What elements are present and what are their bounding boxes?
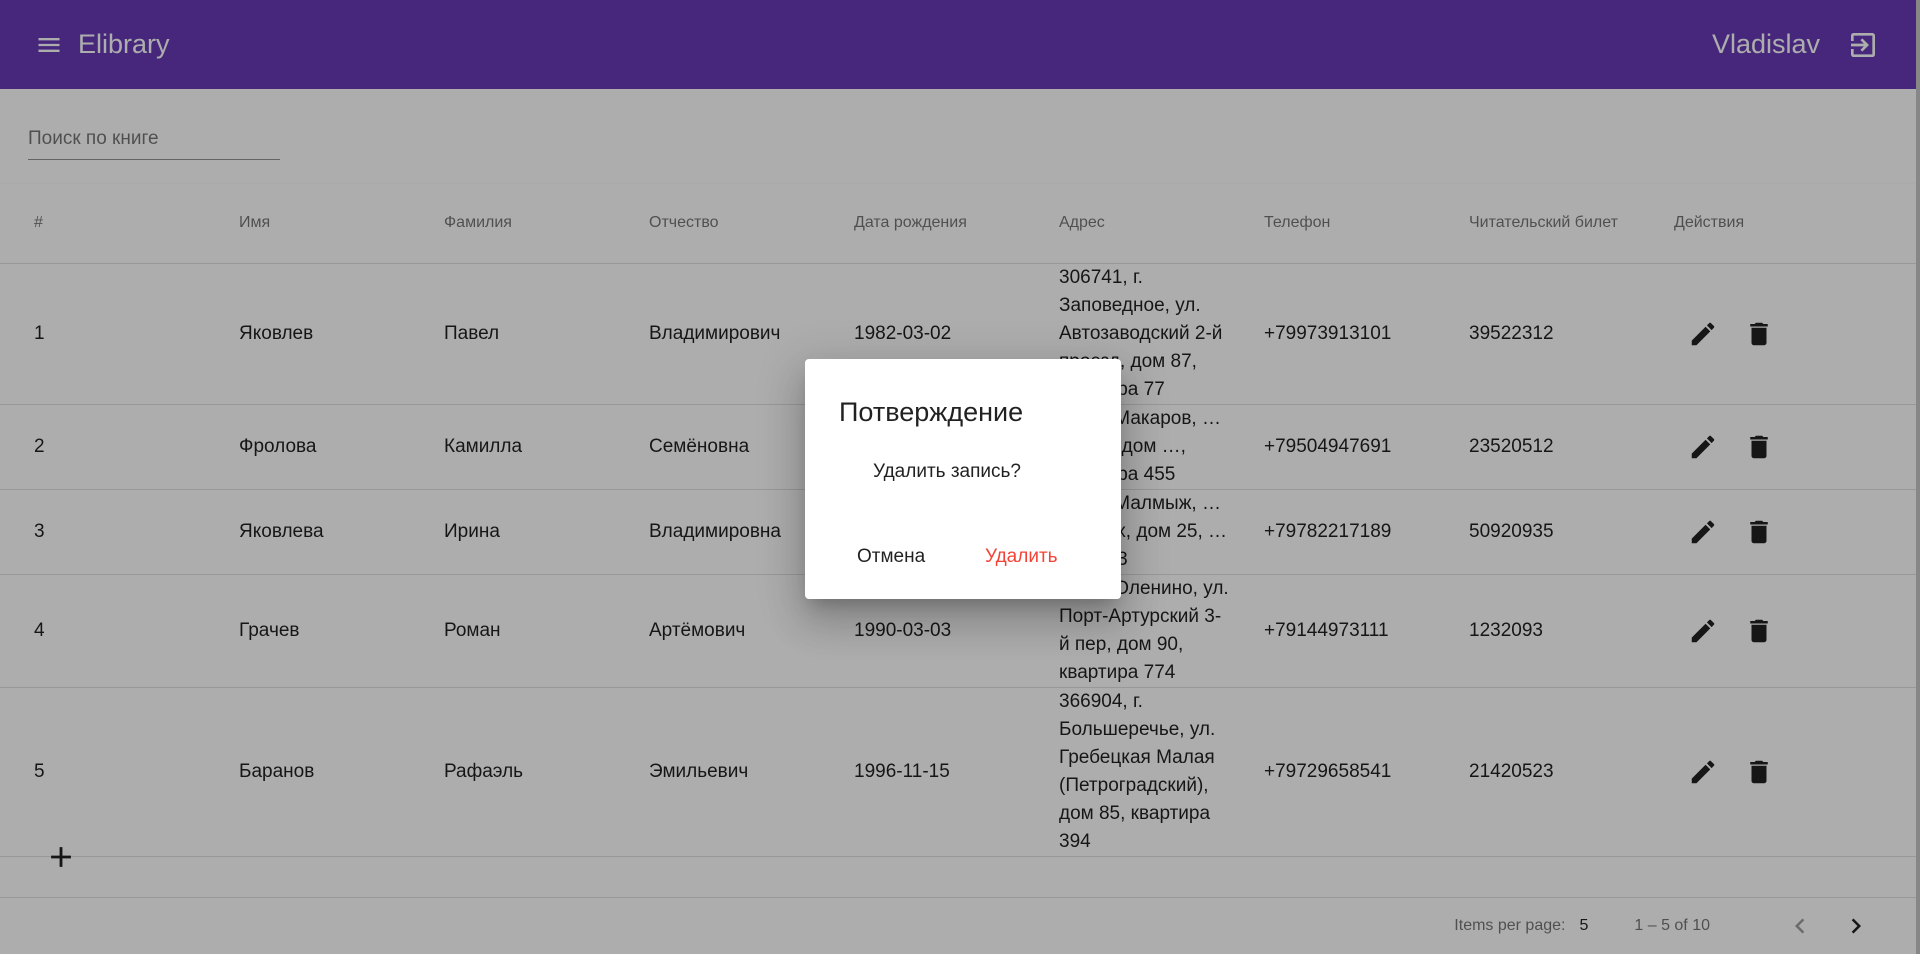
- confirm-delete-dialog: Потверждение Удалить запись? Отмена Удал…: [805, 359, 1121, 599]
- dialog-title: Потверждение: [839, 397, 1024, 427]
- page: Elibrary Vladislav # Имя Фамилия Отчеств…: [0, 0, 1920, 954]
- cancel-button[interactable]: Отмена: [857, 537, 925, 577]
- dialog-message: Удалить запись?: [873, 461, 1021, 482]
- confirm-delete-button[interactable]: Удалить: [985, 537, 1058, 577]
